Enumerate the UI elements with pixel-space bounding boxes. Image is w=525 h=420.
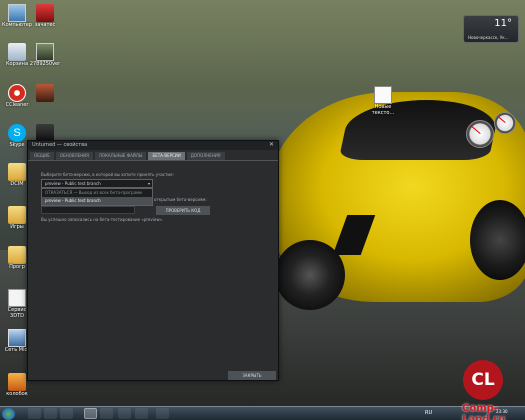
check-code-button[interactable]: ПРОВЕРИТЬ КОД [156, 206, 210, 215]
desktop-icon-shortcut[interactable] [28, 84, 62, 102]
cl-logo: CL [463, 360, 503, 400]
beta-choose-label: Выберите бета-версию, в которой вы хотит… [41, 172, 174, 177]
memory-gauge [494, 112, 516, 134]
taskbar-app-icon[interactable] [135, 408, 148, 419]
watermark: Comp-Land.ru [462, 403, 506, 420]
desktop-icon-text-file[interactable]: Новые тексто... [366, 86, 400, 116]
taskbar-app-icon[interactable] [118, 408, 131, 419]
beta-code-label: открытым бета-версиям: [154, 197, 207, 202]
start-button[interactable] [2, 408, 15, 420]
document-icon [8, 289, 26, 307]
beta-dropdown-list: ОТКАЗАТЬСЯ — Выход из всех бета-программ… [41, 188, 153, 206]
taskbar: RU 23:30 [0, 406, 525, 420]
chevron-down-icon: ▾ [147, 181, 150, 186]
app-icon [36, 84, 54, 102]
desktop-icon-image[interactable]: 2789250ver [28, 43, 62, 67]
steam-properties-window: Unturned — свойства ✕ ОБЩИЕ ОБНОВЛЕНИЯ Л… [27, 140, 279, 381]
dropdown-option-preview[interactable]: preview - Public test branch [42, 197, 152, 205]
close-icon[interactable]: ✕ [269, 141, 274, 148]
game-icon [8, 373, 26, 391]
taskbar-explorer-icon[interactable] [44, 408, 57, 419]
folder-icon [8, 206, 26, 224]
taskbar-browser-icon[interactable] [100, 408, 113, 419]
tab-dlc[interactable]: ДОПОЛНЕНИЯ [186, 152, 225, 160]
folder-icon [8, 163, 26, 181]
cpu-gauge [466, 120, 494, 148]
dropdown-option-opt-out[interactable]: ОТКАЗАТЬСЯ — Выход из всех бета-программ [42, 189, 152, 197]
tab-general[interactable]: ОБЩИЕ [30, 152, 54, 160]
image-file-icon [36, 43, 54, 61]
taskbar-ie-icon[interactable] [28, 408, 41, 419]
window-titlebar[interactable]: Unturned — свойства ✕ [28, 141, 278, 150]
skype-icon: S [8, 124, 26, 142]
close-button[interactable]: ЗАКРЫТЬ [228, 371, 276, 380]
beta-code-input[interactable] [41, 206, 135, 214]
wallpaper-car-wheel [470, 200, 525, 280]
beta-select[interactable]: preview - Public test branch ▾ [41, 179, 153, 188]
recycle-bin-icon [8, 43, 26, 61]
tab-betas[interactable]: БЕТА-ВЕРСИИ [148, 152, 185, 160]
beta-success-message: Вы успешно записались на бета-тестирован… [41, 217, 164, 222]
tab-divider [28, 160, 278, 161]
taskbar-steam-icon[interactable] [84, 408, 97, 419]
weather-gadget[interactable]: 11° Новочеркасск, Ук... [463, 15, 519, 43]
tab-bar: ОБЩИЕ ОБНОВЛЕНИЯ ЛОКАЛЬНЫЕ ФАЙЛЫ БЕТА-ВЕ… [30, 152, 227, 160]
gauge-needle [498, 116, 506, 123]
taskbar-media-icon[interactable] [60, 408, 73, 419]
window-title: Unturned — свойства [32, 142, 88, 148]
wallpaper-car-wheel [275, 240, 345, 310]
app-icon [36, 4, 54, 22]
taskbar-app-icon[interactable] [156, 408, 169, 419]
network-icon [8, 329, 26, 347]
computer-icon [8, 4, 26, 22]
tab-local-files[interactable]: ЛОКАЛЬНЫЕ ФАЙЛЫ [94, 152, 147, 160]
language-indicator[interactable]: RU [425, 410, 432, 416]
ccleaner-icon [8, 84, 26, 102]
tab-updates[interactable]: ОБНОВЛЕНИЯ [55, 152, 93, 160]
desktop-icon-app[interactable]: зачатес [28, 4, 62, 28]
folder-icon [8, 246, 26, 264]
beta-select-value: preview - Public test branch [45, 181, 101, 186]
gauge-needle [471, 125, 481, 134]
text-file-icon [374, 86, 392, 104]
